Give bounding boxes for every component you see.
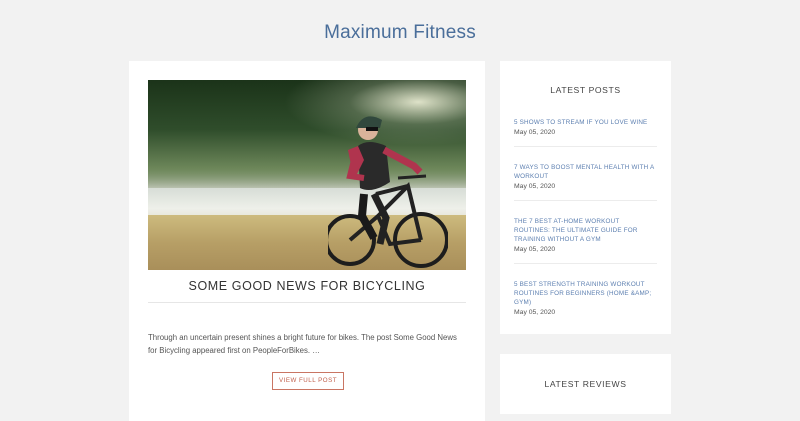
post-title[interactable]: SOME GOOD NEWS FOR BICYCLING xyxy=(148,279,466,293)
latest-post-item: THE 7 BEST AT-HOME WORKOUT ROUTINES: THE… xyxy=(514,217,657,253)
latest-post-item: 5 SHOWS TO STREAM IF YOU LOVE WINE May 0… xyxy=(514,118,657,136)
site-title[interactable]: Maximum Fitness xyxy=(0,22,800,44)
latest-post-link[interactable]: THE 7 BEST AT-HOME WORKOUT ROUTINES: THE… xyxy=(514,217,657,244)
latest-post-date: May 05, 2020 xyxy=(514,309,556,316)
latest-post-date: May 05, 2020 xyxy=(514,246,556,253)
latest-reviews-widget: LATEST REVIEWS xyxy=(500,354,671,414)
cyclist-figure xyxy=(328,116,448,268)
latest-post-item: 5 BEST STRENGTH TRAINING WORKOUT ROUTINE… xyxy=(514,280,657,316)
post-separator xyxy=(514,263,657,264)
latest-post-date: May 05, 2020 xyxy=(514,129,556,136)
view-full-post-button[interactable]: VIEW FULL POST xyxy=(272,372,344,390)
post-excerpt: Through an uncertain present shines a br… xyxy=(148,333,457,355)
latest-posts-heading: LATEST POSTS xyxy=(550,85,621,95)
latest-reviews-heading: LATEST REVIEWS xyxy=(544,379,627,389)
latest-post-date: May 05, 2020 xyxy=(514,183,556,190)
latest-posts-widget: LATEST POSTS 5 SHOWS TO STREAM IF YOU LO… xyxy=(500,61,671,334)
title-divider xyxy=(148,302,466,303)
latest-post-item: 7 WAYS TO BOOST MENTAL HEALTH WITH A WOR… xyxy=(514,163,657,190)
post-separator xyxy=(514,146,657,147)
post-card: SOME GOOD NEWS FOR BICYCLING Through an … xyxy=(129,61,485,421)
post-featured-image[interactable] xyxy=(148,80,466,270)
latest-post-link[interactable]: 5 BEST STRENGTH TRAINING WORKOUT ROUTINE… xyxy=(514,280,657,307)
post-separator xyxy=(514,200,657,201)
latest-post-link[interactable]: 5 SHOWS TO STREAM IF YOU LOVE WINE xyxy=(514,118,657,127)
latest-post-link[interactable]: 7 WAYS TO BOOST MENTAL HEALTH WITH A WOR… xyxy=(514,163,657,181)
